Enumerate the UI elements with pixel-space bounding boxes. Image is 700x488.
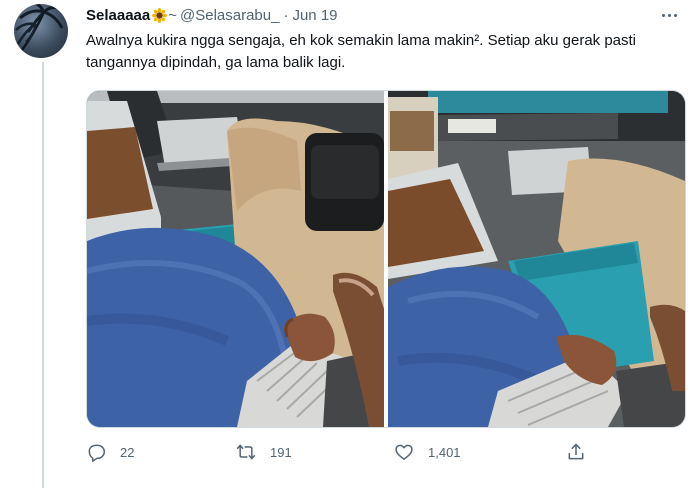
- retweet-count: 191: [270, 444, 292, 460]
- name-tilde: ~: [168, 6, 177, 24]
- like-button[interactable]: 1,401: [394, 440, 461, 464]
- like-count: 1,401: [428, 444, 461, 460]
- thread-line: [42, 62, 44, 488]
- like-icon: [395, 444, 413, 460]
- more-options-icon[interactable]: [658, 5, 680, 25]
- palm-tree-image: [15, 4, 65, 51]
- reply-count: 22: [120, 444, 135, 460]
- sunflower-icon: [152, 7, 168, 23]
- display-name[interactable]: Selaaaaa: [86, 7, 150, 24]
- separator-dot: ·: [283, 6, 289, 24]
- tweet-text: Awalnya kukira ngga sengaja, eh kok sema…: [86, 32, 637, 71]
- reply-button[interactable]: 22: [86, 440, 134, 464]
- retweet-icon: [236, 444, 256, 460]
- tweet-header: Selaaaaa ~ @Selasarabu_ · Jun 19: [86, 5, 680, 25]
- user-handle[interactable]: @Selasarabu_: [180, 7, 279, 24]
- photo-left[interactable]: [87, 91, 384, 427]
- tweet-timestamp[interactable]: Jun 19: [292, 7, 337, 24]
- retweet-button[interactable]: 191: [236, 440, 292, 464]
- tweet-media[interactable]: [86, 90, 686, 428]
- tweet-actions: 22 191 1,401: [86, 440, 606, 464]
- photo-right[interactable]: [388, 91, 685, 427]
- share-icon: [568, 443, 584, 460]
- share-button[interactable]: [566, 440, 600, 464]
- reply-icon: [88, 444, 106, 462]
- avatar[interactable]: [14, 4, 68, 58]
